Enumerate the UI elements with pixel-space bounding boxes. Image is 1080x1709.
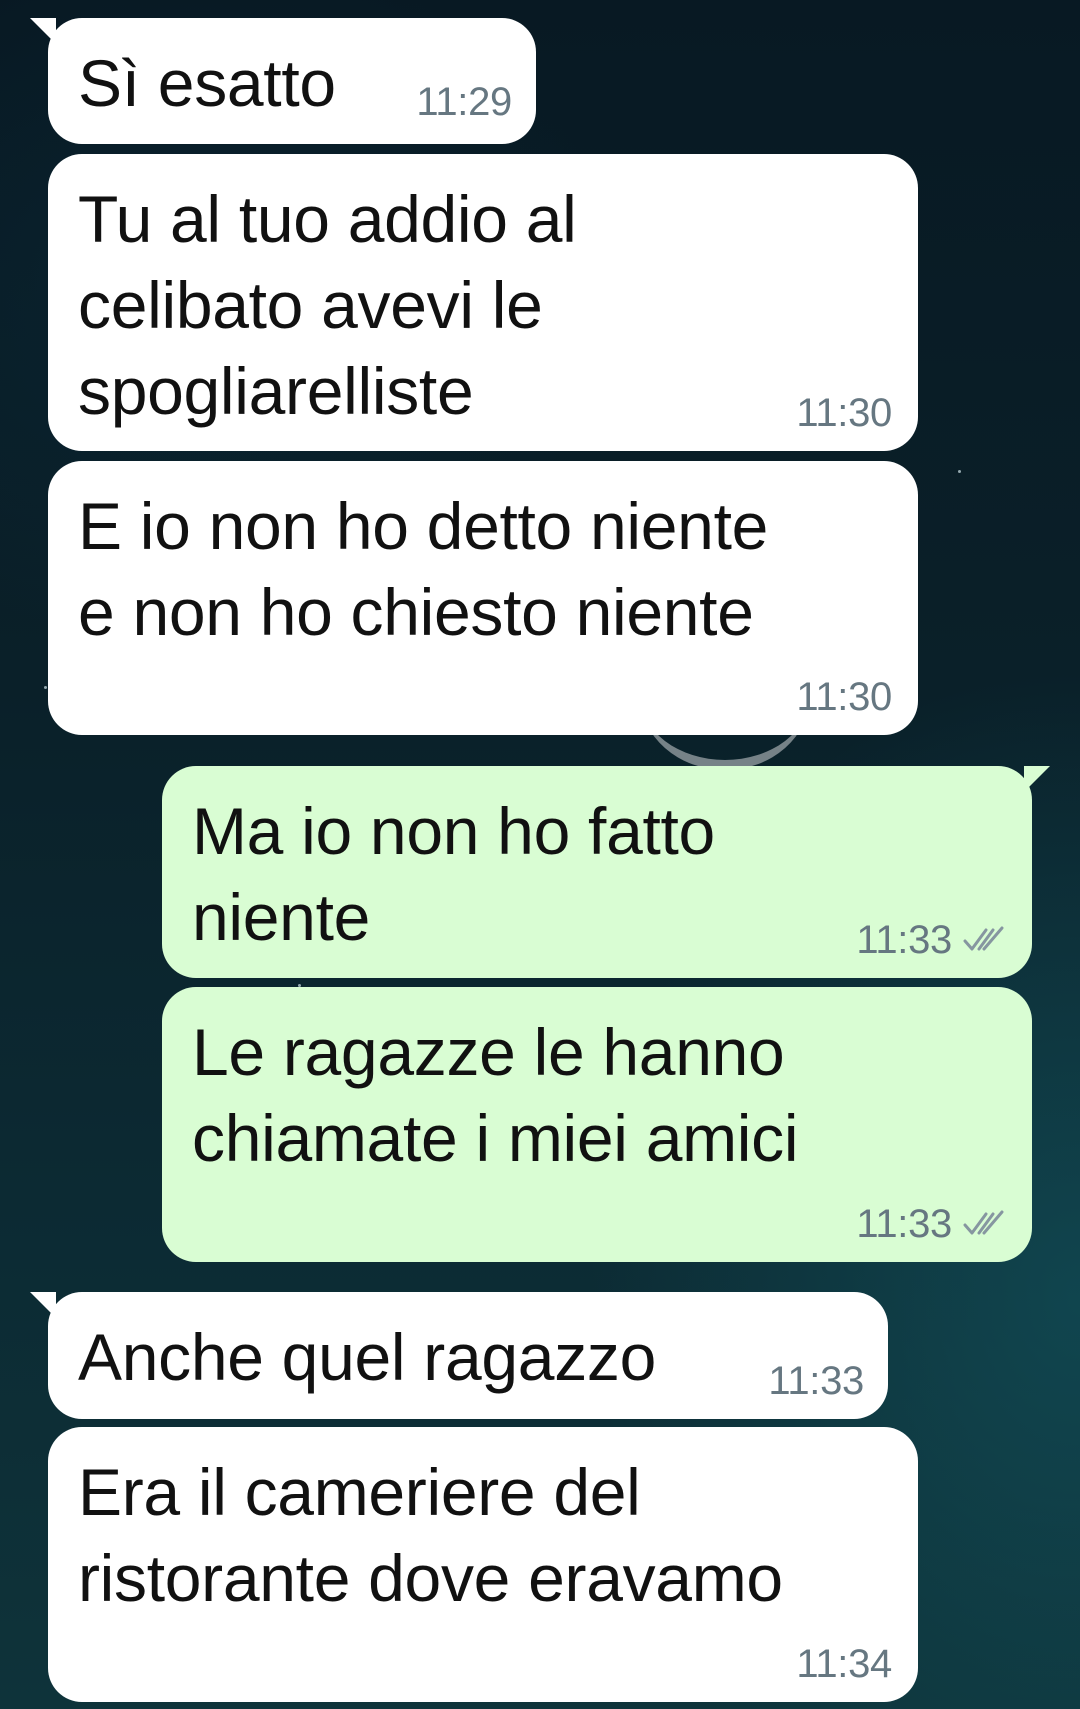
message-meta: 11:30: [796, 673, 892, 721]
message-text: Tu al tuo addio al celibato avevi le spo…: [78, 182, 577, 428]
message-meta: 11:29: [416, 78, 512, 126]
message-time: 11:30: [796, 391, 892, 435]
message-bubble-incoming[interactable]: Era il cameriere del ristorante dove era…: [48, 1427, 918, 1702]
message-time: 11:33: [856, 918, 952, 962]
double-check-icon: [963, 1210, 1004, 1235]
message-text: E io non ho detto niente e non ho chiest…: [78, 489, 769, 649]
message-time: 11:33: [856, 1202, 952, 1246]
message-bubble-incoming[interactable]: Anche quel ragazzo 11:33: [30, 1292, 888, 1419]
message-meta: 11:30: [796, 389, 892, 437]
message-bubble-incoming[interactable]: Sì esatto 11:29: [30, 18, 536, 144]
message-bubble-incoming[interactable]: Tu al tuo addio al celibato avevi le spo…: [48, 154, 918, 451]
bubble-tail: [30, 18, 56, 44]
bubble-tail: [1024, 766, 1050, 792]
message-list[interactable]: Sì esatto 11:29 Tu al tuo addio al celib…: [0, 0, 1080, 1709]
message-bubble-outgoing[interactable]: Le ragazze le hanno chiamate i miei amic…: [162, 987, 1032, 1262]
message-meta: 11:33: [768, 1357, 864, 1405]
message-text: Anche quel ragazzo: [78, 1320, 656, 1394]
message-time: 11:29: [416, 80, 512, 124]
message-bubble-incoming[interactable]: E io non ho detto niente e non ho chiest…: [48, 461, 918, 735]
message-meta: 11:34: [796, 1640, 892, 1688]
message-text: Le ragazze le hanno chiamate i miei amic…: [192, 1015, 799, 1175]
message-meta: 11:33: [856, 1200, 1006, 1248]
message-time: 11:33: [768, 1359, 864, 1403]
message-time: 11:34: [796, 1642, 892, 1686]
message-bubble-outgoing[interactable]: Ma io non ho fatto niente 11:33: [162, 766, 1050, 978]
double-check-icon: [963, 926, 1004, 951]
message-text: Era il cameriere del ristorante dove era…: [78, 1455, 783, 1615]
message-meta: 11:33: [856, 916, 1006, 964]
message-time: 11:30: [796, 675, 892, 719]
bubble-tail: [30, 1292, 56, 1318]
